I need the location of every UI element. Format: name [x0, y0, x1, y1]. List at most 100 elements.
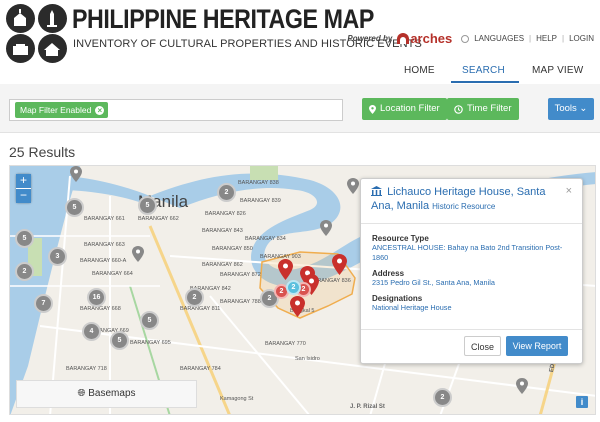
cluster-marker[interactable]: 16: [87, 288, 106, 307]
time-filter-button[interactable]: Time Filter: [447, 98, 519, 120]
tools-label: Tools: [554, 103, 577, 114]
view-report-button[interactable]: View Report: [506, 336, 568, 356]
login-link[interactable]: LOGIN: [569, 34, 594, 43]
map-marker-icon[interactable]: [70, 166, 82, 182]
globe-icon: [461, 34, 470, 43]
resource-popup: Lichauco Heritage House, Santa Ana, Mani…: [360, 178, 583, 364]
main-nav: HOME SEARCH MAP VIEW: [0, 57, 600, 85]
street-label: BARANGAY 660-A: [80, 258, 127, 264]
heritage-marker-icon[interactable]: [278, 259, 293, 280]
street-label: BARANGAY 834: [245, 236, 286, 242]
map-marker-icon[interactable]: [516, 378, 528, 394]
remove-chip-icon[interactable]: ×: [95, 105, 105, 115]
street-label: BARANGAY 788: [220, 299, 261, 305]
street-label: BARANGAY 862: [202, 262, 243, 268]
heritage-marker-icon[interactable]: [332, 254, 347, 275]
arches-brand-text: arches: [410, 31, 453, 46]
popup-title[interactable]: Lichauco Heritage House, Santa Ana, Mani…: [371, 185, 561, 214]
street-label: BARANGAY 662: [138, 216, 179, 222]
chevron-down-icon: ⌄: [579, 103, 588, 114]
time-filter-label: Time Filter: [467, 103, 512, 114]
tab-map-view[interactable]: MAP VIEW: [532, 65, 583, 76]
heritage-marker-icon[interactable]: [290, 296, 305, 317]
divider: [361, 223, 582, 224]
street-label: BARANGAY 695: [130, 340, 171, 346]
building-icon: [371, 186, 382, 196]
street-label: BARANGAY 839: [240, 198, 281, 204]
street-label: BARANGAY 661: [84, 216, 125, 222]
languages-link[interactable]: LANGUAGES: [474, 34, 524, 43]
street-label: BARANGAY 664: [92, 271, 133, 277]
search-filter-input[interactable]: Map Filter Enabled ×: [9, 99, 343, 121]
header: PHILIPPINE HERITAGE MAP INVENTORY OF CUL…: [0, 0, 600, 63]
cluster-marker[interactable]: 5: [140, 311, 159, 330]
street-label: BARANGAY 784: [180, 366, 221, 372]
map-marker-icon: [369, 104, 376, 114]
street-label: BARANGAY 872: [220, 272, 261, 278]
field-label: Resource Type: [372, 234, 429, 243]
street-label: San Isidro: [295, 356, 320, 362]
monument-icon: [38, 4, 67, 33]
site-title[interactable]: PHILIPPINE HERITAGE MAP: [72, 4, 374, 35]
globe-icon: 🌐︎: [77, 388, 86, 399]
street-label: BARANGAY 668: [80, 306, 121, 312]
field-value: National Heritage House: [372, 303, 452, 312]
basemaps-label: Basemaps: [88, 388, 136, 399]
street-label: Kamagong St: [220, 396, 254, 402]
cluster-marker[interactable]: 3: [48, 247, 67, 266]
popup-resource-type: Historic Resource: [432, 202, 496, 211]
field-label: Designations: [372, 294, 423, 303]
cluster-marker[interactable]: 2: [15, 262, 34, 281]
field-value: 2315 Pedro Gil St., Santa Ana, Manila: [372, 278, 495, 287]
street-label: BARANGAY 826: [205, 211, 246, 217]
location-filter-label: Location Filter: [380, 103, 440, 114]
cluster-marker[interactable]: 2: [433, 388, 452, 407]
divider: |: [529, 34, 532, 43]
map-marker-icon[interactable]: [347, 178, 359, 194]
powered-by-label: Powered by: [347, 34, 393, 43]
active-tab-indicator: [451, 81, 519, 83]
basemaps-button[interactable]: 🌐︎ Basemaps: [16, 380, 197, 408]
close-button[interactable]: Close: [464, 336, 501, 356]
cluster-marker[interactable]: 5: [138, 196, 157, 215]
tab-home[interactable]: HOME: [404, 65, 435, 76]
clock-icon: [454, 104, 463, 114]
street-label: BARANGAY 850: [212, 246, 253, 252]
street-label: BARANGAY 718: [66, 366, 107, 372]
cluster-marker[interactable]: 2: [185, 288, 204, 307]
selected-cluster-marker[interactable]: 2: [286, 280, 301, 295]
logo[interactable]: [6, 4, 72, 63]
street-label: BARANGAY 663: [84, 242, 125, 248]
street-label: BARANGAY 770: [265, 341, 306, 347]
help-link[interactable]: HELP: [536, 34, 557, 43]
cluster-marker[interactable]: 7: [34, 294, 53, 313]
cluster-marker[interactable]: 2: [217, 183, 236, 202]
zoom-in-button[interactable]: +: [16, 174, 31, 188]
divider: [361, 329, 582, 330]
map-marker-icon[interactable]: [132, 246, 144, 262]
arches-icon: [397, 33, 410, 44]
top-links: Powered by arches LANGUAGES | HELP | LOG…: [347, 31, 594, 46]
field-value: ANCESTRAL HOUSE: Bahay na Bato 2nd Trans…: [372, 243, 563, 262]
map-filter-chip[interactable]: Map Filter Enabled ×: [15, 102, 109, 118]
location-filter-button[interactable]: Location Filter: [362, 98, 447, 120]
zoom-control: + −: [16, 174, 31, 203]
road-label: J. P. Rizal St: [350, 404, 385, 410]
arches-logo[interactable]: arches: [397, 31, 452, 46]
cluster-marker[interactable]: 5: [65, 198, 84, 217]
church-icon: [6, 4, 35, 33]
close-icon[interactable]: ×: [566, 185, 572, 197]
street-label: BARANGAY 838: [238, 180, 279, 186]
popup-body: Resource Type ANCESTRAL HOUSE: Bahay na …: [372, 231, 572, 313]
tab-search[interactable]: SEARCH: [462, 65, 505, 76]
map-marker-icon[interactable]: [320, 220, 332, 236]
info-icon[interactable]: i: [576, 396, 588, 408]
divider: |: [562, 34, 565, 43]
zoom-out-button[interactable]: −: [16, 189, 31, 203]
filter-bar: Map Filter Enabled × Location Filter Tim…: [0, 84, 600, 133]
cluster-marker[interactable]: 5: [15, 229, 34, 248]
tools-dropdown-button[interactable]: Tools ⌄: [548, 98, 594, 120]
field-label: Address: [372, 269, 405, 278]
cluster-marker[interactable]: 4: [82, 322, 101, 341]
cluster-marker[interactable]: 5: [110, 331, 129, 350]
